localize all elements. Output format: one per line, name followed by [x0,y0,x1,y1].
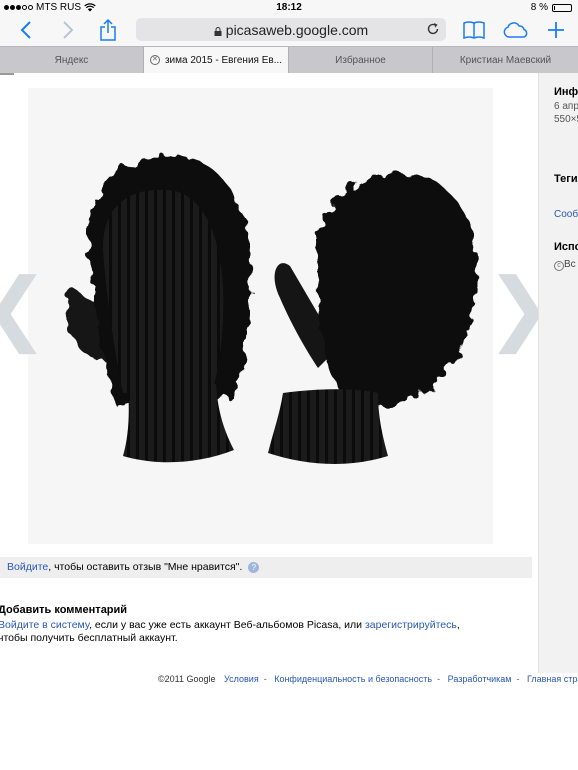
chevron-left-icon[interactable] [14,18,38,42]
help-icon[interactable]: ? [248,562,260,573]
usage-title: Испо [554,241,578,253]
register-link[interactable]: зарегистрируйтесь [365,619,457,631]
footer-link-developers[interactable]: Разработчикам [448,674,512,684]
address-bar[interactable]: picasaweb.google.com [136,18,446,41]
battery-area: 8 % [531,2,572,13]
lock-icon [214,27,222,36]
refresh-icon[interactable] [426,22,440,41]
close-icon[interactable]: ✕ [149,55,160,65]
battery-icon [552,3,572,12]
info-title: Инфо [554,86,578,98]
like-text: , чтобы оставить отзыв "Мне нравится". [48,561,243,573]
comment-title: Добавить комментарий [0,604,128,616]
photo-dimensions: 550×5 [554,114,578,125]
tab-active[interactable]: ✕ зима 2015 - Евгения Ев... [144,47,289,73]
browser-toolbar: picasaweb.google.com [0,14,578,46]
mittens-image [66,155,478,464]
like-bar: Войдите, чтобы оставить отзыв "Мне нрави… [0,557,532,578]
photo[interactable] [28,88,493,544]
cloud-icon[interactable] [502,18,530,42]
info-sidebar: Инфо 6 апр 550×5 Теги Сооб Испо cВс [538,73,578,673]
footer-copyright: ©2011 Google [158,674,216,684]
comment-line-1: Войдите в систему, если у вас уже есть а… [0,619,460,631]
tab-maevsky[interactable]: Кристиан Маевский [433,47,578,73]
footer-link-home[interactable]: Главная стра [527,674,578,684]
login-link[interactable]: Войдите [7,561,48,573]
status-bar: MTS RUS 18:12 8 % [0,0,578,14]
share-icon[interactable] [96,18,120,42]
prev-photo-arrow[interactable]: ❮ [0,268,49,348]
battery-percent: 8 % [530,2,548,13]
copyright-icon: c [554,261,564,271]
report-link[interactable]: Сооб [554,209,578,220]
chevron-right-icon[interactable] [56,18,80,42]
tab-bar: Яндекс ✕ зима 2015 - Евгения Ев... Избра… [0,46,578,73]
url-text: picasaweb.google.com [225,22,369,38]
tab-yandex[interactable]: Яндекс [0,47,144,73]
rights-row: c Вс [554,259,576,271]
footer-link-terms[interactable]: Условия [224,674,259,684]
footer-link-privacy[interactable]: Конфиденциальность и безопасность [274,674,432,684]
footer: ©2011 Google Условия - Конфиденциальность… [158,674,578,684]
tags-title: Теги [554,173,578,185]
comment-line-2: чтобы получить бесплатный аккаунт. [0,632,178,644]
clock: 18:12 [276,2,302,13]
book-icon[interactable] [462,18,486,42]
signin-link[interactable]: Войдите в систему [0,619,89,631]
tab-favorites[interactable]: Избранное [289,47,433,73]
page-content: ❮ ❯ Инфо 6 апр 550×5 Теги Сооб Испо cВс … [0,73,578,770]
scroll-indicator [0,73,14,75]
plus-icon[interactable] [544,18,568,42]
photo-date: 6 апр [554,101,578,112]
rights-text: Вс [564,259,576,270]
